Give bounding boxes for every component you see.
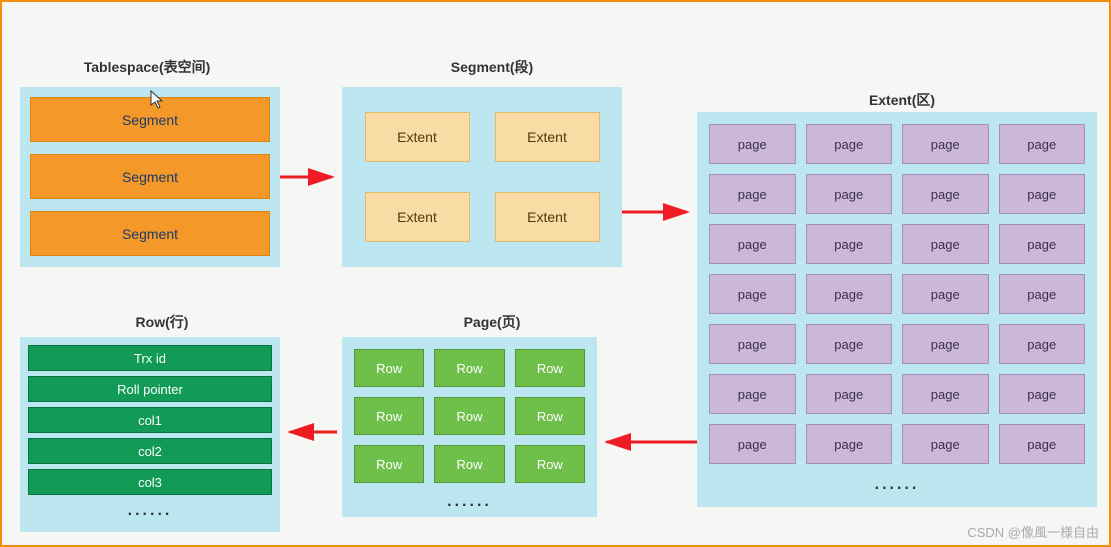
page-block: page — [709, 224, 796, 264]
row-field: col1 — [28, 407, 272, 433]
extent-block: Extent — [495, 112, 600, 162]
page-block: page — [806, 374, 893, 414]
row-block: Row — [515, 349, 585, 387]
page-block: page — [999, 374, 1086, 414]
page-block: page — [902, 124, 989, 164]
segment-panel: Extent Extent Extent Extent — [342, 87, 622, 267]
page-block: page — [999, 224, 1086, 264]
extent-ellipsis: ...... — [709, 476, 1085, 494]
page-panel: Row Row Row Row Row Row Row Row Row ...... — [342, 337, 597, 517]
page-block: page — [999, 124, 1086, 164]
extent-grid: pagepagepagepagepagepagepagepagepagepage… — [709, 124, 1085, 464]
row-block: Row — [515, 397, 585, 435]
page-block: page — [709, 324, 796, 364]
row-block: Row — [354, 445, 424, 483]
arrow-tablespace-to-segment — [280, 167, 342, 187]
extent-title: Extent(区) — [832, 90, 972, 110]
row-block: Row — [434, 349, 504, 387]
row-block: Row — [434, 445, 504, 483]
row-panel: Trx id Roll pointer col1 col2 col3 .....… — [20, 337, 280, 532]
segment-block: Segment — [30, 211, 270, 256]
row-ellipsis: ...... — [28, 502, 272, 520]
diagram-canvas: Tablespace(表空间) Segment(段) Extent(区) Pag… — [2, 2, 1109, 545]
page-block: page — [999, 424, 1086, 464]
segment-block: Segment — [30, 154, 270, 199]
page-block: page — [902, 274, 989, 314]
arrow-page-to-row — [280, 422, 342, 442]
row-field: col3 — [28, 469, 272, 495]
row-field: col2 — [28, 438, 272, 464]
page-block: page — [999, 174, 1086, 214]
tablespace-title: Tablespace(表空间) — [57, 57, 237, 77]
row-block: Row — [354, 349, 424, 387]
segment-block: Segment — [30, 97, 270, 142]
page-block: page — [999, 324, 1086, 364]
page-block: page — [806, 274, 893, 314]
page-block: page — [806, 224, 893, 264]
page-block: page — [999, 274, 1086, 314]
page-block: page — [806, 174, 893, 214]
row-block: Row — [515, 445, 585, 483]
row-field: Roll pointer — [28, 376, 272, 402]
page-block: page — [709, 274, 796, 314]
extent-block: Extent — [365, 192, 470, 242]
page-block: page — [902, 324, 989, 364]
page-block: page — [902, 174, 989, 214]
page-block: page — [709, 124, 796, 164]
extent-panel: pagepagepagepagepagepagepagepagepagepage… — [697, 112, 1097, 507]
page-block: page — [709, 174, 796, 214]
row-title: Row(行) — [112, 312, 212, 332]
page-block: page — [709, 374, 796, 414]
arrow-extent-to-page — [597, 432, 702, 452]
page-title: Page(页) — [432, 312, 552, 332]
page-block: page — [902, 424, 989, 464]
watermark-text: CSDN @像風一様自由 — [967, 522, 1099, 541]
segment-title: Segment(段) — [412, 57, 572, 77]
page-block: page — [806, 324, 893, 364]
row-block: Row — [434, 397, 504, 435]
arrow-segment-to-extent — [622, 202, 697, 222]
page-grid: Row Row Row Row Row Row Row Row Row — [354, 349, 585, 483]
extent-block: Extent — [495, 192, 600, 242]
page-block: page — [709, 424, 796, 464]
page-ellipsis: ...... — [354, 493, 585, 511]
page-block: page — [902, 374, 989, 414]
page-block: page — [806, 124, 893, 164]
extent-block: Extent — [365, 112, 470, 162]
tablespace-panel: Segment Segment Segment — [20, 87, 280, 267]
row-field: Trx id — [28, 345, 272, 371]
row-block: Row — [354, 397, 424, 435]
page-block: page — [902, 224, 989, 264]
page-block: page — [806, 424, 893, 464]
